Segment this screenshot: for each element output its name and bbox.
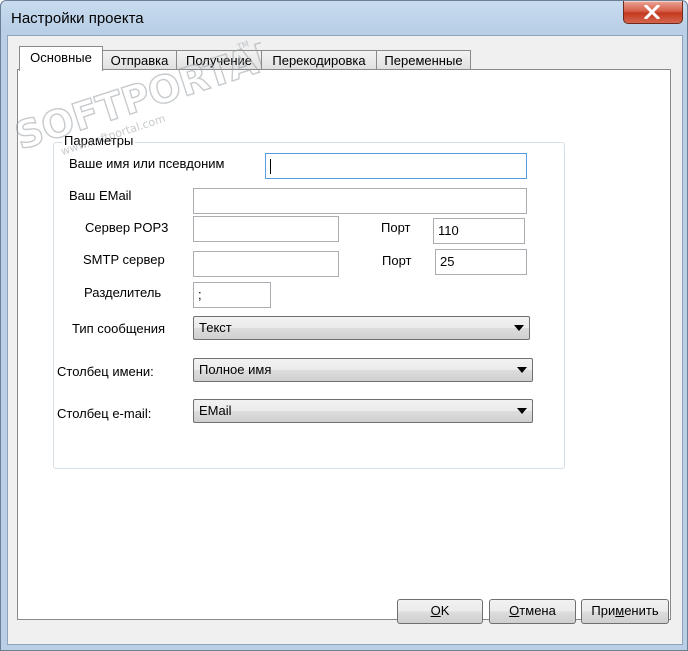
apply-accel: м bbox=[615, 603, 625, 618]
close-icon bbox=[644, 5, 660, 19]
separator-label: Разделитель bbox=[84, 285, 162, 300]
message-type-select[interactable]: Текст bbox=[193, 316, 530, 340]
separator-input[interactable]: ; bbox=[193, 282, 271, 308]
apply-label-pre: При bbox=[591, 603, 616, 618]
name-input[interactable] bbox=[265, 153, 527, 179]
message-type-label: Тип сообщения bbox=[72, 321, 166, 336]
ok-label-rest: K bbox=[440, 603, 450, 618]
email-column-select[interactable]: EMail bbox=[193, 399, 533, 423]
pop3-input[interactable] bbox=[193, 216, 339, 242]
name-label: Ваше имя или псевдоним bbox=[69, 156, 225, 171]
name-column-value: Полное имя bbox=[199, 362, 272, 377]
smtp-label: SMTP сервер bbox=[83, 252, 165, 267]
tab-osnovnye[interactable]: Основные bbox=[19, 46, 103, 71]
name-column-select[interactable]: Полное имя bbox=[193, 358, 533, 382]
dialog-client-area: Основные Отправка Получение Перекодировк… bbox=[7, 35, 683, 645]
cancel-accel: О bbox=[509, 603, 520, 618]
smtp-port-label: Порт bbox=[382, 253, 412, 268]
close-button[interactable] bbox=[623, 1, 683, 24]
tab-perekodirovka[interactable]: Перекодировка bbox=[261, 50, 377, 69]
pop3-port-input[interactable]: 110 bbox=[433, 218, 525, 244]
apply-label-rest: енить bbox=[624, 603, 659, 618]
ok-accel: O bbox=[430, 603, 441, 618]
parameters-group-title: Параметры bbox=[62, 133, 136, 148]
tab-otpravka[interactable]: Отправка bbox=[102, 50, 177, 69]
chevron-down-icon bbox=[517, 367, 527, 373]
chevron-down-icon bbox=[514, 325, 524, 331]
smtp-input[interactable] bbox=[193, 251, 339, 277]
name-column-label: Столбец имени: bbox=[57, 364, 154, 379]
ok-button[interactable]: OK bbox=[397, 599, 483, 624]
message-type-value: Текст bbox=[199, 320, 232, 335]
email-column-value: EMail bbox=[199, 403, 232, 418]
pop3-port-label: Порт bbox=[381, 220, 411, 235]
cancel-label-rest: тмена bbox=[519, 603, 556, 618]
dialog-window: Настройки проекта Основные Отправка Полу… bbox=[0, 0, 688, 651]
tab-panel-osnovnye: Параметры Ваше имя или псевдоним Ваш EMa… bbox=[17, 69, 671, 620]
apply-button[interactable]: Применить bbox=[581, 599, 669, 624]
chevron-down-icon bbox=[517, 408, 527, 414]
email-input[interactable] bbox=[193, 188, 527, 214]
text-caret bbox=[270, 159, 271, 174]
email-column-label: Столбец e-mail: bbox=[57, 406, 152, 421]
tab-peremennye[interactable]: Переменные bbox=[376, 50, 471, 69]
tab-poluchenie[interactable]: Получение bbox=[176, 50, 262, 69]
window-title: Настройки проекта bbox=[11, 10, 144, 27]
pop3-label: Сервер POP3 bbox=[85, 220, 169, 235]
cancel-button[interactable]: Отмена bbox=[489, 599, 576, 624]
smtp-port-input[interactable]: 25 bbox=[435, 249, 527, 275]
email-label: Ваш EMail bbox=[69, 188, 132, 203]
